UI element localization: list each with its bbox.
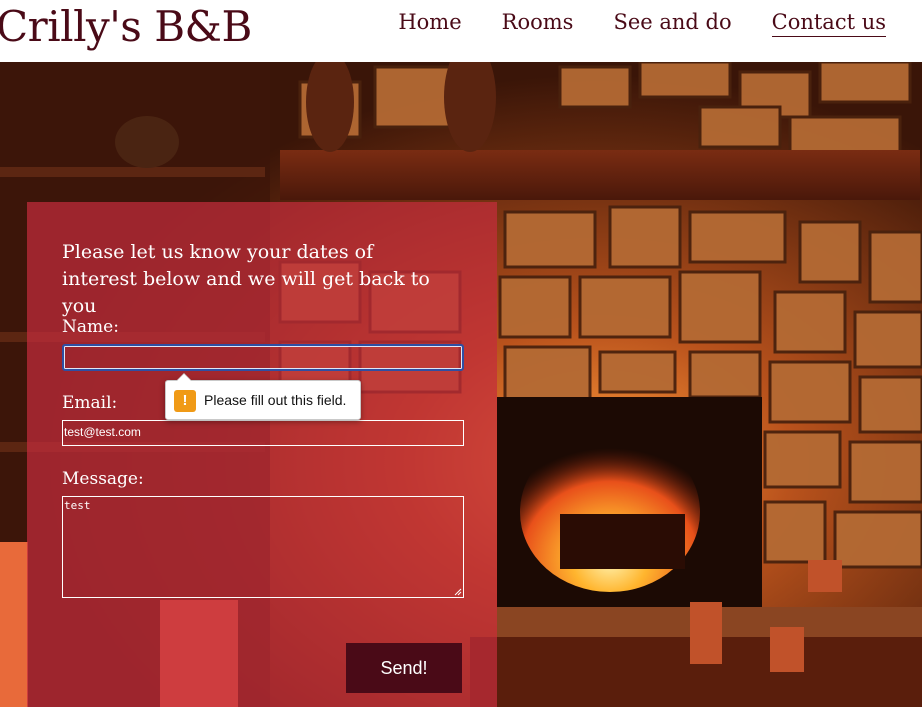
warning-icon: ! — [174, 390, 196, 412]
nav-see-and-do[interactable]: See and do — [613, 10, 731, 37]
site-logo[interactable]: Crilly's B&B — [0, 2, 252, 51]
nav-rooms[interactable]: Rooms — [502, 10, 574, 37]
send-button[interactable]: Send! — [346, 643, 462, 693]
nav-contact-us[interactable]: Contact us — [771, 10, 886, 37]
message-textarea[interactable]: test — [62, 496, 464, 598]
email-input-value: test@test.com — [64, 425, 141, 439]
nav-home[interactable]: Home — [398, 10, 461, 37]
email-label: Email: — [62, 393, 118, 413]
fireplace-background-image — [0, 62, 922, 707]
main-nav: Home Rooms See and do Contact us — [398, 10, 886, 37]
email-input[interactable]: test@test.com — [62, 420, 464, 446]
form-heading: Please let us know your dates of interes… — [62, 241, 430, 317]
validation-tooltip: ! Please fill out this field. — [165, 373, 361, 420]
message-label: Message: — [62, 469, 144, 489]
resize-handle-icon[interactable] — [454, 588, 462, 596]
site-header: Crilly's B&B Home Rooms See and do Conta… — [0, 0, 922, 62]
validation-message: Please fill out this field. — [204, 392, 347, 408]
name-input[interactable] — [62, 344, 464, 371]
message-textarea-value: test — [64, 499, 91, 512]
name-label: Name: — [62, 317, 119, 337]
